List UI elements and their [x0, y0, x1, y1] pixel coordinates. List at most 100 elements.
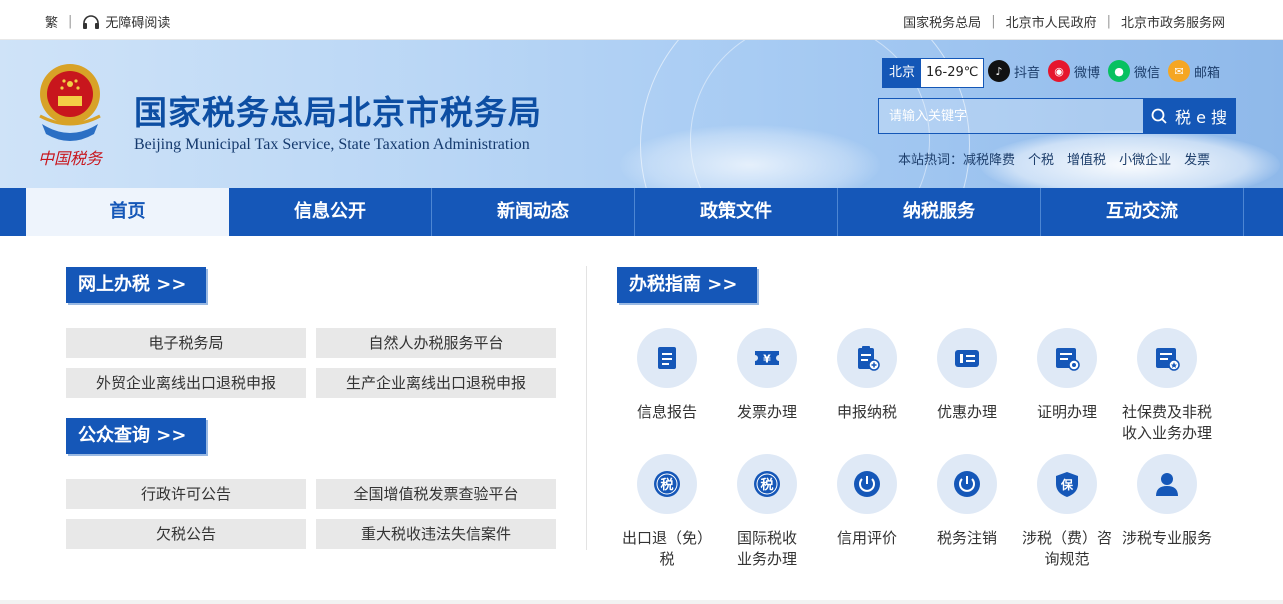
separator: |: [991, 14, 996, 29]
accessibility-label: 无障碍阅读: [105, 16, 171, 31]
service-icon-bg: [637, 328, 697, 388]
service-certificate[interactable]: 证明办理: [1017, 328, 1117, 423]
separator: |: [1106, 14, 1111, 29]
tab-home[interactable]: 首页: [26, 188, 229, 236]
service-export-refund[interactable]: 税 出口退（免）税: [617, 454, 717, 570]
service-info-report[interactable]: 信息报告: [617, 328, 717, 423]
service-professional[interactable]: 涉税专业服务: [1117, 454, 1217, 549]
e-tax-bureau-link[interactable]: 电子税务局: [66, 328, 306, 358]
credit-power-icon: [854, 471, 880, 497]
service-icon-bg: [937, 328, 997, 388]
site-header: 中国税务 国家税务总局北京市税务局 Beijing Municipal Tax …: [0, 40, 1283, 188]
separator: |: [68, 14, 73, 29]
social-label: 微博: [1074, 65, 1101, 81]
tab-tax-service[interactable]: 纳税服务: [838, 188, 1041, 236]
hot-keyword[interactable]: 增值税: [1067, 149, 1106, 168]
social-label: 抖音: [1014, 65, 1041, 81]
tab-policy[interactable]: 政策文件: [635, 188, 838, 236]
service-label: 信息报告: [636, 403, 697, 421]
beijing-service-link[interactable]: 北京市政务服务网: [1121, 12, 1225, 31]
accessibility-link[interactable]: 无障碍阅读: [82, 12, 170, 31]
hot-keyword[interactable]: 小微企业: [1119, 149, 1171, 168]
major-violation-cases-link[interactable]: 重大税收违法失信案件: [316, 519, 556, 549]
service-icon-bg: [1137, 328, 1197, 388]
hot-keyword[interactable]: 个税: [1028, 149, 1054, 168]
service-consult[interactable]: 保 涉税（费）咨询规范: [1017, 454, 1117, 570]
service-icon-bg: 税: [737, 454, 797, 514]
tax-arrears-notice-link[interactable]: 欠税公告: [66, 519, 306, 549]
search-button-label: 税 e 搜: [1174, 108, 1228, 127]
service-label: 社保费及非税收入业务办理: [1121, 403, 1212, 442]
service-label: 信用评价: [836, 529, 897, 547]
service-declare[interactable]: 申报纳税: [817, 328, 917, 423]
service-icon-bg: [837, 328, 897, 388]
service-icon-bg: [1037, 328, 1097, 388]
service-label: 税务注销: [936, 529, 997, 547]
service-invoice[interactable]: ¥ 发票办理: [717, 328, 817, 423]
tax-emblem-logo[interactable]: 中国税务: [30, 58, 110, 170]
service-label: 证明办理: [1036, 403, 1097, 421]
search-bar: 税 e 搜: [878, 98, 1236, 134]
headphone-icon: [83, 14, 100, 29]
tab-info-disclosure[interactable]: 信息公开: [229, 188, 432, 236]
weather-widget: 北京 16-29℃: [882, 58, 985, 88]
hot-keyword[interactable]: 发票: [1184, 149, 1210, 168]
service-label: 申报纳税: [836, 403, 897, 421]
service-icon-bg: ¥: [737, 328, 797, 388]
wechat-icon: ●: [1108, 60, 1131, 82]
weibo-icon: ◉: [1048, 60, 1071, 82]
hot-keyword[interactable]: 减税降费: [963, 149, 1015, 168]
admin-license-notice-link[interactable]: 行政许可公告: [66, 479, 306, 509]
vat-invoice-check-link[interactable]: 全国增值税发票查验平台: [316, 479, 556, 509]
social-mail[interactable]: ✉ 邮箱: [1168, 60, 1220, 82]
production-export-refund-link[interactable]: 生产企业离线出口退税申报: [316, 368, 556, 398]
search-button[interactable]: 税 e 搜: [1143, 99, 1235, 133]
weather-temp: 16-29℃: [921, 59, 984, 87]
natural-person-platform-link[interactable]: 自然人办税服务平台: [316, 328, 556, 358]
beijing-gov-link[interactable]: 北京市人民政府: [1006, 12, 1097, 31]
service-credit[interactable]: 信用评价: [817, 454, 917, 549]
column-divider: [586, 266, 587, 550]
tax-guide-heading[interactable]: 办税指南 >>: [617, 267, 757, 303]
traditional-chinese-link[interactable]: 繁: [45, 12, 58, 31]
service-discount[interactable]: 优惠办理: [917, 328, 1017, 423]
document-icon: [658, 347, 676, 369]
service-label: 国际税收业务办理: [736, 529, 797, 568]
service-icon-bg: 保: [1037, 454, 1097, 514]
social-security-icon: [1156, 348, 1180, 371]
search-input[interactable]: [879, 99, 1143, 133]
service-deregister[interactable]: 税务注销: [917, 454, 1017, 549]
invoice-ticket-icon: ¥: [755, 351, 779, 366]
hot-keywords: 本站热词： 减税降费 个税 增值税 小微企业 发票: [898, 149, 1223, 168]
social-label: 微信: [1134, 65, 1161, 81]
tab-news[interactable]: 新闻动态: [432, 188, 635, 236]
social-weibo[interactable]: ◉ 微博: [1048, 60, 1100, 82]
international-tax-icon: 税: [754, 471, 780, 497]
trade-export-refund-link[interactable]: 外贸企业离线出口退税申报: [66, 368, 306, 398]
public-query-heading[interactable]: 公众查询 >>: [66, 418, 206, 454]
social-douyin[interactable]: ♪ 抖音: [988, 60, 1040, 82]
online-tax-heading[interactable]: 网上办税 >>: [66, 267, 206, 303]
shield-bao-icon: 保: [1056, 472, 1078, 497]
site-title: 国家税务总局北京市税务局: [134, 93, 542, 132]
discount-card-icon: [955, 350, 979, 367]
sta-link[interactable]: 国家税务总局: [903, 12, 981, 31]
service-icon-bg: [937, 454, 997, 514]
yen-glyph: ¥: [763, 353, 771, 366]
footer-edge: [0, 600, 1283, 604]
social-wechat[interactable]: ● 微信: [1108, 60, 1160, 82]
person-icon: [1156, 473, 1178, 496]
tab-interaction[interactable]: 互动交流: [1041, 188, 1244, 236]
top-bar: 繁 | 无障碍阅读 国家税务总局 | 北京市人民政府 | 北京市政务服务网: [0, 0, 1283, 40]
service-icon-bg: 税: [637, 454, 697, 514]
social-label: 邮箱: [1194, 65, 1221, 81]
service-international-tax[interactable]: 税 国际税收业务办理: [717, 454, 817, 570]
service-social-security[interactable]: 社保费及非税收入业务办理: [1117, 328, 1217, 444]
main-nav: 首页 信息公开 新闻动态 政策文件 纳税服务 互动交流: [0, 188, 1283, 236]
emblem-text: 中国税务: [38, 149, 104, 168]
site-subtitle: Beijing Municipal Tax Service, State Tax…: [134, 136, 530, 153]
mail-icon: ✉: [1168, 60, 1191, 82]
service-label: 涉税专业服务: [1121, 529, 1212, 547]
service-label: 发票办理: [736, 403, 797, 421]
export-tax-icon: 税: [654, 471, 680, 497]
